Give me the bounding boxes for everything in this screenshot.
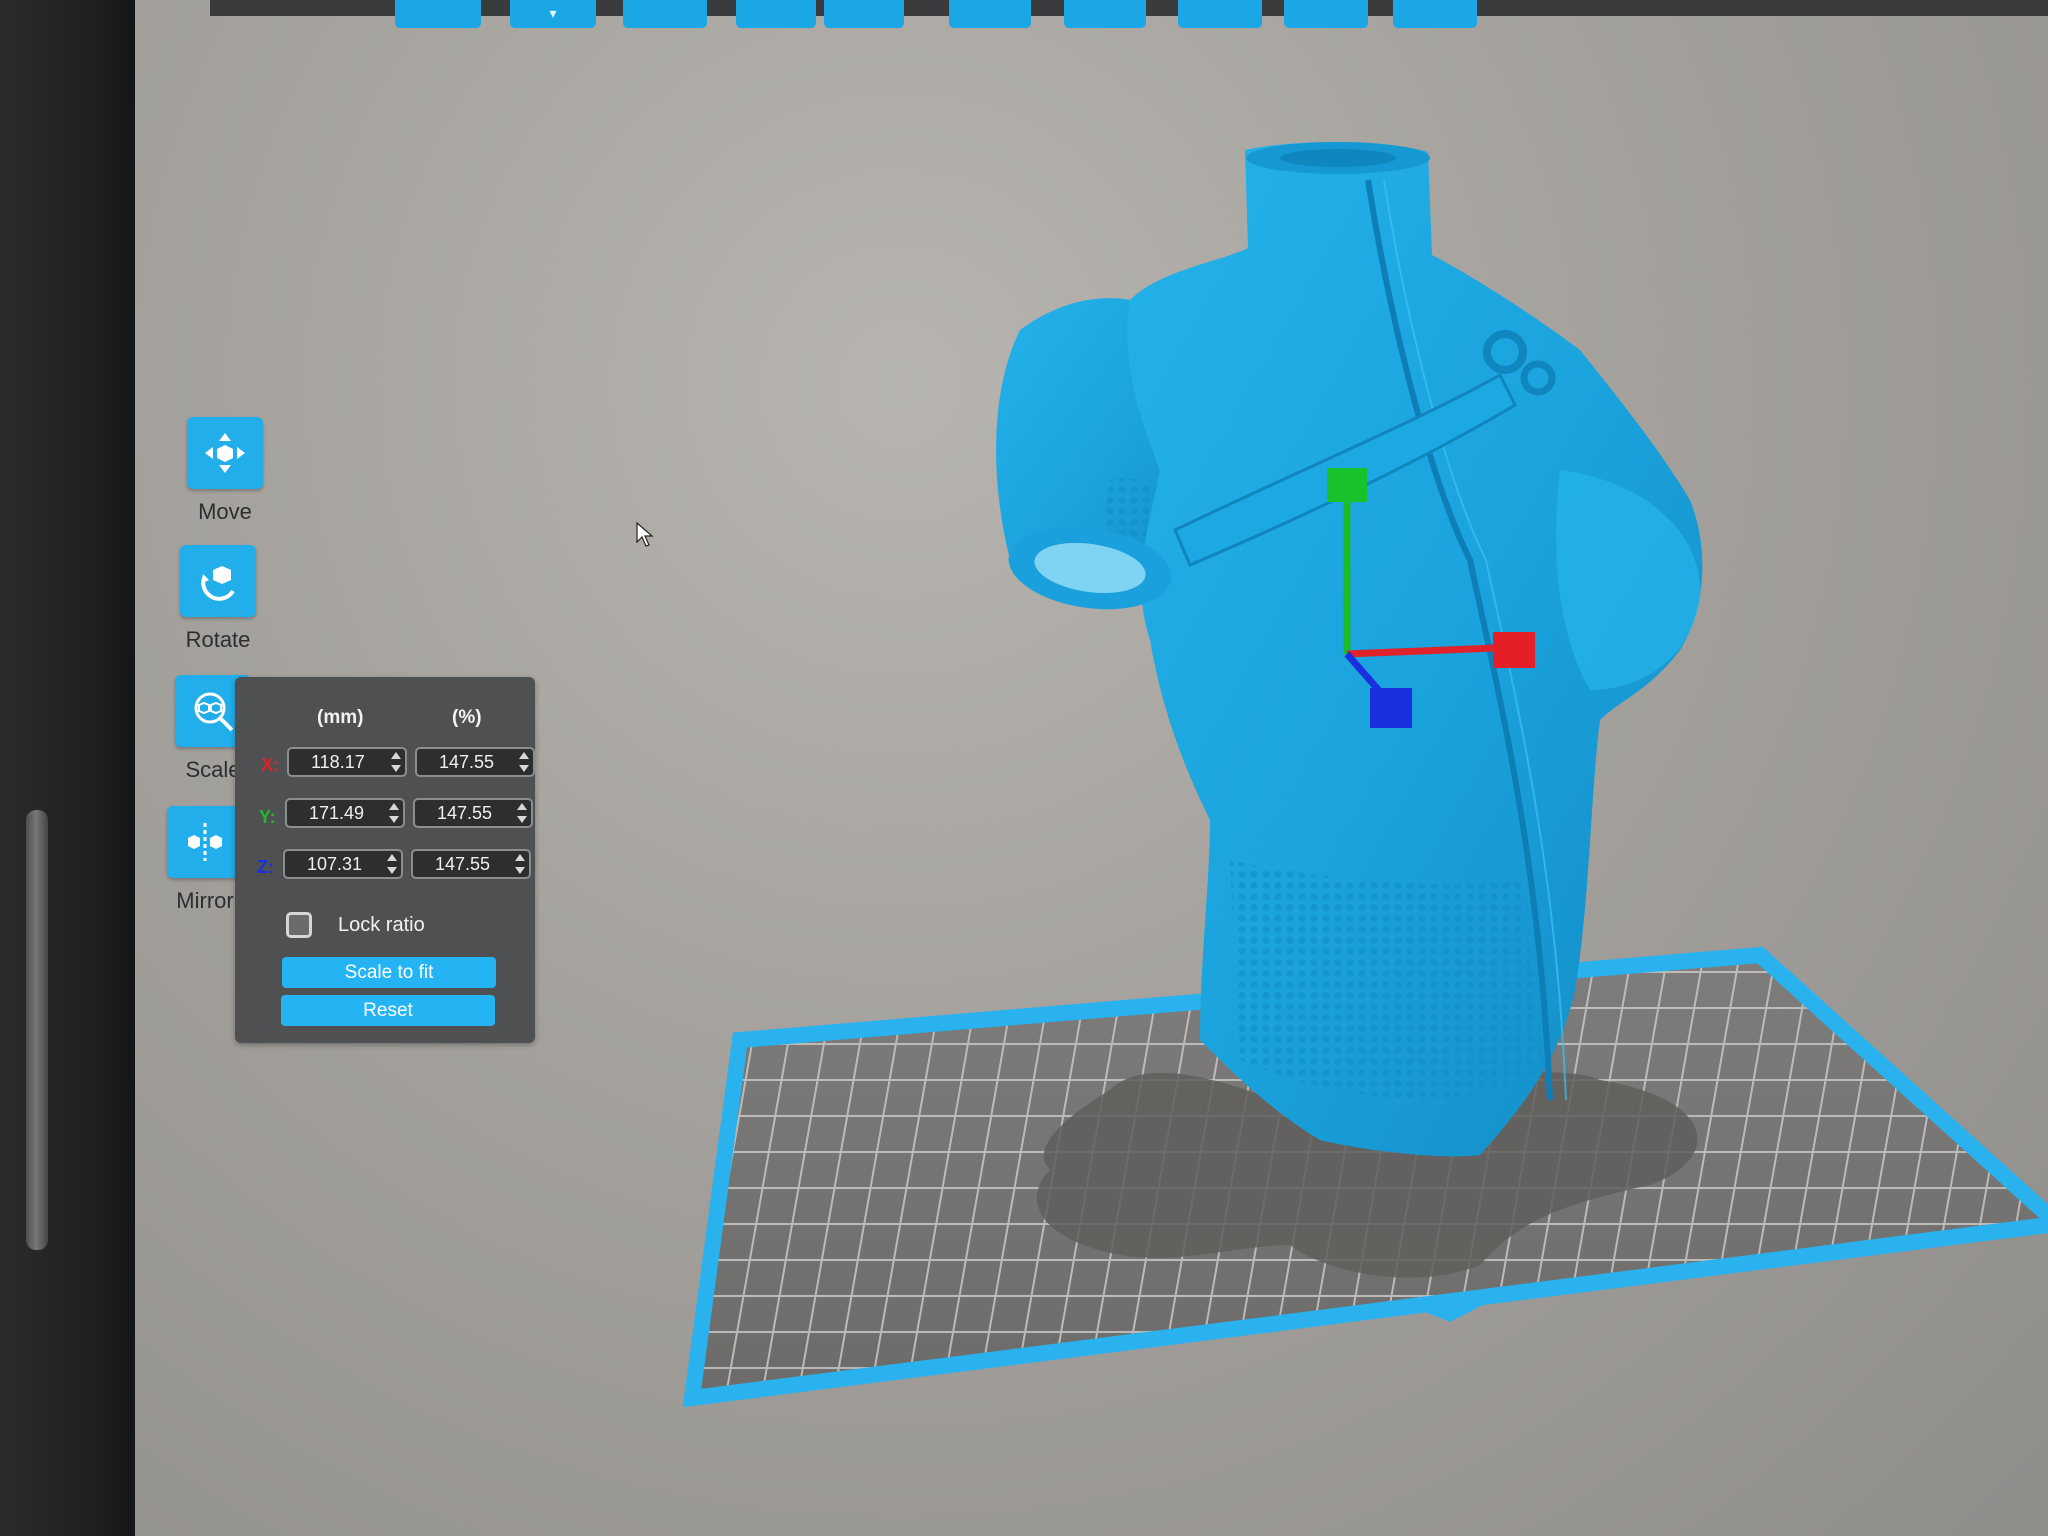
lock-ratio-label: Lock ratio xyxy=(338,914,425,936)
x-mm-spinner[interactable] xyxy=(391,752,401,772)
x-axis-label: X: xyxy=(261,755,279,775)
move-arrows-icon xyxy=(205,433,245,473)
y-size-mm-input[interactable]: 171.49 xyxy=(285,798,405,828)
x-scale-percent-input[interactable]: 147.55 xyxy=(415,747,535,777)
y-mm-spinner[interactable] xyxy=(389,803,399,823)
z-size-mm-input[interactable]: 107.31 xyxy=(283,849,403,879)
move-tool[interactable]: Move xyxy=(187,417,263,525)
reset-button[interactable]: Reset xyxy=(281,995,495,1026)
z-percent-spinner[interactable] xyxy=(515,854,525,874)
gizmo-y-handle xyxy=(1327,468,1367,502)
z-mm-spinner[interactable] xyxy=(387,854,397,874)
move-tool-label: Move xyxy=(198,499,252,524)
mm-column-header: (mm) xyxy=(317,707,364,728)
rotate-tool-button[interactable] xyxy=(180,545,256,617)
gizmo-z-handle xyxy=(1370,688,1412,728)
mirror-tool-button[interactable] xyxy=(167,806,243,878)
rotate-tool[interactable]: Rotate xyxy=(180,545,256,653)
z-scale-percent-value: 147.55 xyxy=(435,853,491,874)
y-size-mm-value: 171.49 xyxy=(309,802,365,823)
percent-column-header: (%) xyxy=(452,707,482,728)
rotate-tool-label: Rotate xyxy=(185,627,251,652)
x-size-mm-value: 118.17 xyxy=(311,751,365,772)
move-tool-button[interactable] xyxy=(187,417,263,489)
x-scale-percent-value: 147.55 xyxy=(439,751,495,772)
rotate-icon xyxy=(201,566,235,601)
gizmo-x-handle xyxy=(1493,632,1535,668)
z-size-mm-value: 107.31 xyxy=(307,853,363,874)
lock-ratio-checkbox[interactable] xyxy=(286,912,312,938)
scale-tool-label: Scale xyxy=(185,757,241,782)
y-scale-percent-value: 147.55 xyxy=(437,802,493,823)
y-axis-label: Y: xyxy=(259,807,276,827)
mirror-tool[interactable]: Mirror xyxy=(167,806,243,914)
mouse-cursor-icon xyxy=(636,522,654,547)
y-scale-percent-input[interactable]: 147.55 xyxy=(413,798,533,828)
z-axis-label: Z: xyxy=(257,857,274,877)
mirror-tool-label: Mirror xyxy=(176,888,234,913)
scale-to-fit-button[interactable]: Scale to fit xyxy=(282,957,496,988)
mirror-icon xyxy=(188,823,222,861)
x-size-mm-input[interactable]: 118.17 xyxy=(287,747,407,777)
x-percent-spinner[interactable] xyxy=(519,752,529,772)
scale-magnifier-icon xyxy=(194,692,234,732)
z-scale-percent-input[interactable]: 147.55 xyxy=(411,849,531,879)
scale-panel: (mm) (%) X: 118.17 147.55 Y: 171.49 147.… xyxy=(235,677,535,1043)
y-percent-spinner[interactable] xyxy=(517,803,527,823)
